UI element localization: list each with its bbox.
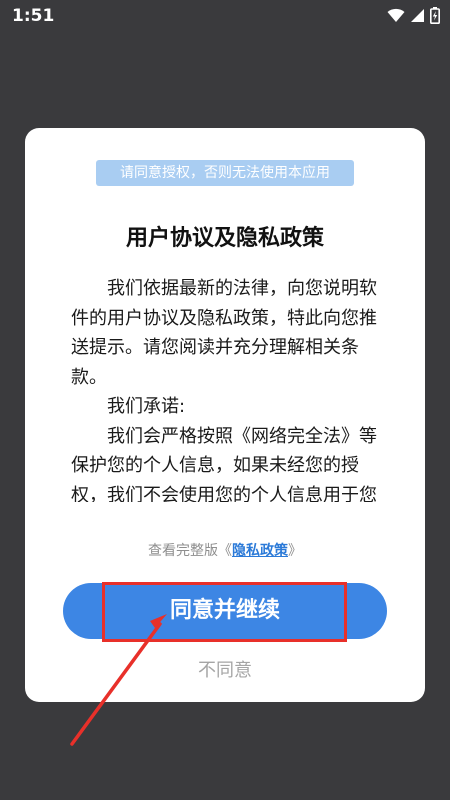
policy-paragraph: 我们依据最新的法律，向您说明软件的用户协议及隐私政策，特此向您推送提示。请您阅读… bbox=[71, 278, 377, 388]
policy-prefix: 查看完整版《 bbox=[148, 543, 232, 559]
wifi-icon bbox=[387, 8, 405, 22]
status-time: 1:51 bbox=[12, 6, 55, 26]
authorization-notice: 请同意授权，否则无法使用本应用 bbox=[96, 160, 354, 186]
dialog-title: 用户协议及隐私政策 bbox=[125, 226, 324, 251]
policy-paragraph: 我们会严格按照《网络完全法》等保护您的个人信息，如果未经您的授权，我们不会使用您… bbox=[71, 425, 377, 503]
highlight-box bbox=[102, 582, 347, 642]
status-icons bbox=[387, 7, 440, 24]
battery-charging-icon bbox=[430, 7, 440, 24]
policy-content[interactable]: 我们依据最新的法律，向您说明软件的用户协议及隐私政策，特此向您推送提示。请您阅读… bbox=[71, 274, 391, 502]
status-bar: 1:51 bbox=[0, 0, 450, 32]
policy-paragraph: 我们承诺: bbox=[107, 396, 186, 417]
privacy-policy-link[interactable]: 隐私政策 bbox=[232, 543, 288, 559]
signal-icon bbox=[411, 9, 424, 22]
disagree-button[interactable]: 不同意 bbox=[25, 656, 425, 682]
full-policy-line: 查看完整版《隐私政策》 bbox=[25, 540, 425, 560]
policy-suffix: 》 bbox=[288, 543, 302, 559]
